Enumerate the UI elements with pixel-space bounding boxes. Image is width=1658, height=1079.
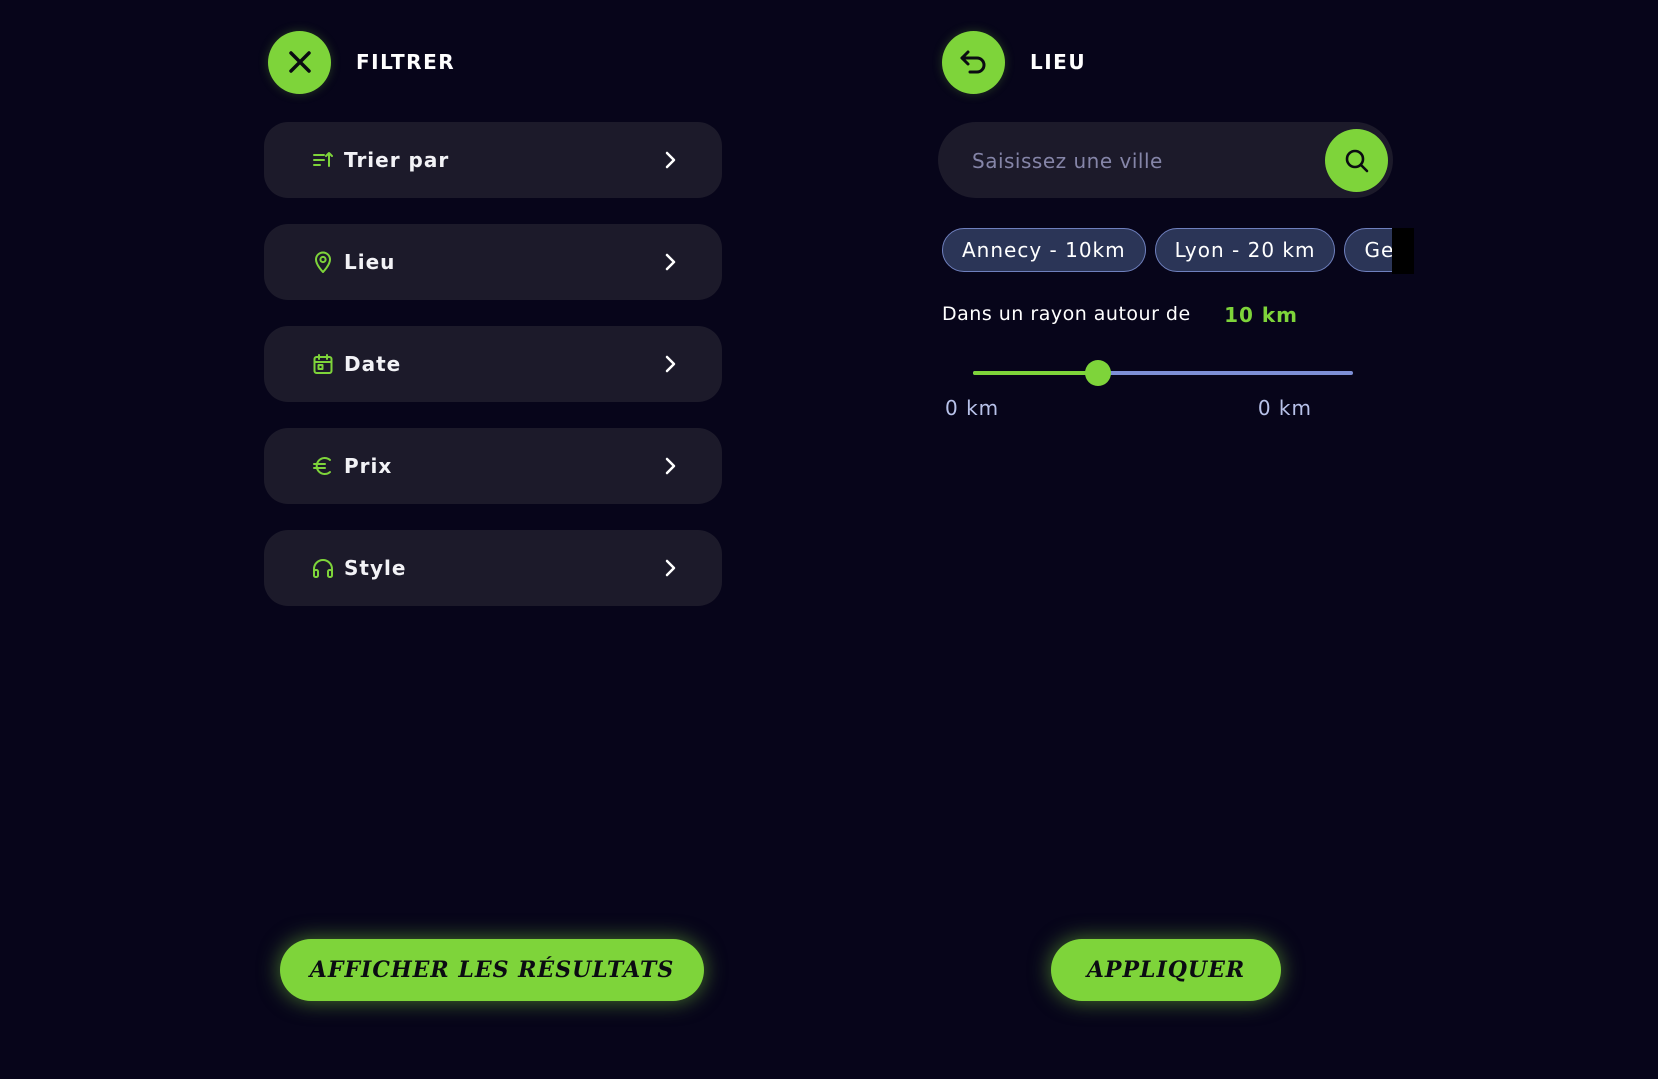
calendar-icon (310, 351, 336, 377)
menu-item-trier-par[interactable]: Trier par (264, 122, 722, 198)
city-search (938, 122, 1393, 200)
menu-item-style[interactable]: Style (264, 530, 722, 606)
chevron-right-icon (665, 559, 676, 577)
city-search-input[interactable] (970, 122, 1304, 200)
chevron-right-icon (665, 355, 676, 373)
radius-label: Dans un rayon autour de (942, 303, 1191, 325)
location-panel: LIEU Annecy - 10km Lyon - 20 km Ge Dans … (938, 0, 1438, 1079)
radius-slider[interactable] (973, 358, 1353, 388)
slider-min-label: 0 km (945, 396, 1000, 420)
menu-item-label: Trier par (344, 148, 450, 172)
filter-header: FILTRER (268, 30, 455, 94)
menu-item-label: Date (344, 352, 402, 376)
city-chip[interactable]: Lyon - 20 km (1154, 228, 1336, 272)
euro-icon (310, 453, 336, 479)
menu-item-label: Style (344, 556, 407, 580)
menu-item-prix[interactable]: Prix (264, 428, 722, 504)
back-button[interactable] (942, 30, 1005, 94)
chevron-right-icon (665, 151, 676, 169)
menu-item-label: Prix (344, 454, 393, 478)
apply-button[interactable]: APPLIQUER (1051, 939, 1281, 1001)
show-results-button[interactable]: AFFICHER LES RÉSULTATS (280, 939, 704, 1001)
chevron-right-icon (665, 457, 676, 475)
headphones-icon (310, 555, 336, 581)
location-pin-icon (310, 249, 336, 275)
filter-panel: FILTRER Trier par Lieu Date Prix Style A… (264, 0, 722, 1079)
sort-icon (310, 147, 336, 173)
slider-fill (973, 371, 1099, 375)
search-icon (1345, 149, 1368, 172)
recent-cities-chips: Annecy - 10km Lyon - 20 km Ge (942, 228, 1414, 274)
chevron-right-icon (665, 253, 676, 271)
back-arrow-icon (960, 50, 985, 74)
page-title: FILTRER (356, 50, 456, 74)
slider-thumb[interactable] (1085, 360, 1112, 386)
city-chip[interactable]: Annecy - 10km (942, 228, 1146, 272)
slider-max-label: 0 km (1257, 396, 1312, 420)
menu-item-label: Lieu (344, 250, 396, 274)
menu-item-lieu[interactable]: Lieu (264, 224, 722, 300)
chips-overflow-fade (1392, 228, 1414, 274)
page-title: LIEU (1030, 50, 1087, 74)
location-header: LIEU (942, 30, 1086, 94)
radius-value: 10 km (1224, 303, 1298, 327)
search-button[interactable] (1325, 129, 1388, 192)
close-icon (288, 51, 311, 73)
close-button[interactable] (268, 30, 331, 94)
menu-item-date[interactable]: Date (264, 326, 722, 402)
